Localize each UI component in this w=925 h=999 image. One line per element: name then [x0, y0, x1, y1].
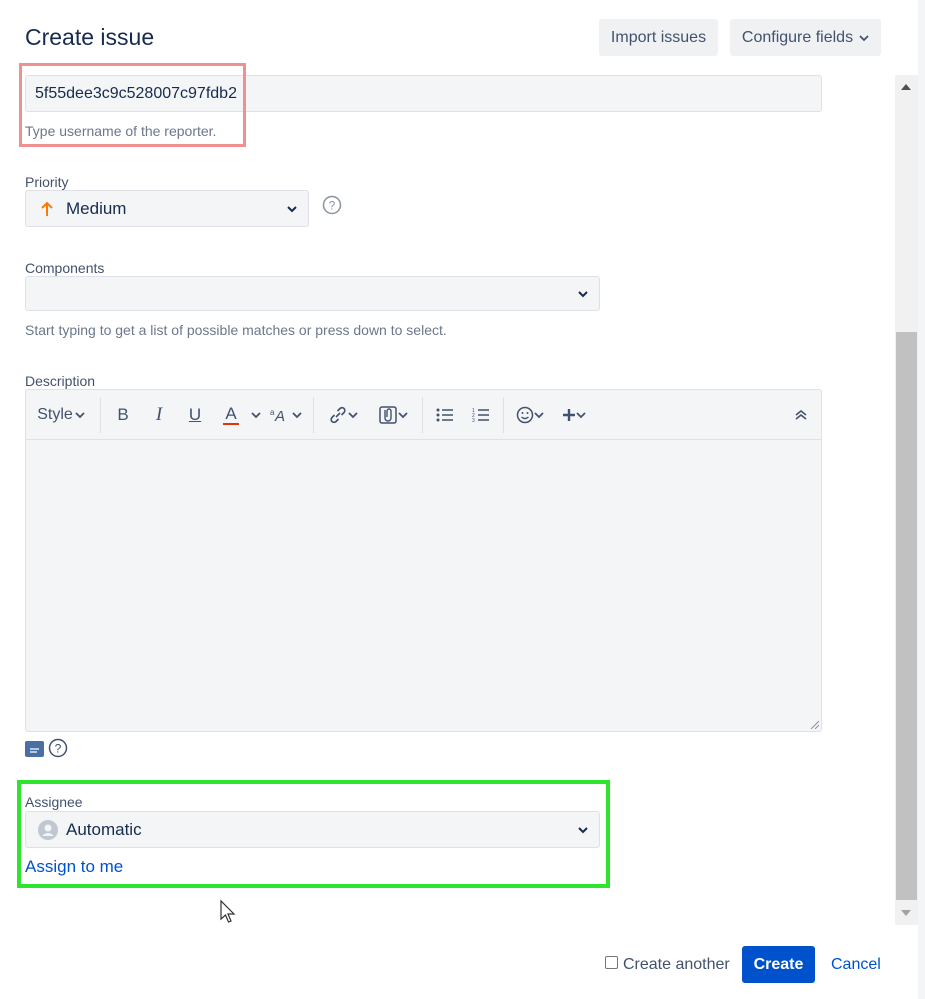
create-button[interactable]: Create	[742, 946, 815, 983]
priority-help-icon[interactable]: ?	[322, 195, 342, 215]
toolbar-divider	[503, 396, 504, 433]
priority-label: Priority	[25, 174, 69, 190]
editor-toolbar: Style B I U A aA 1 2 3	[26, 390, 821, 440]
text-color-icon: A	[225, 403, 237, 423]
chevron-down-icon	[398, 411, 408, 418]
numbered-list-icon: 123	[472, 408, 489, 423]
svg-text:?: ?	[55, 742, 62, 756]
style-label: Style	[37, 405, 73, 423]
scrollbar-thumb[interactable]	[896, 332, 917, 900]
configure-fields-button[interactable]: Configure fields	[730, 19, 881, 56]
reporter-highlight	[19, 63, 246, 147]
text-color-button[interactable]: A	[213, 399, 249, 431]
chevron-down-icon	[859, 34, 869, 41]
italic-icon: I	[155, 403, 163, 425]
chevron-down-icon	[348, 411, 358, 418]
components-select[interactable]	[25, 276, 600, 311]
description-editor[interactable]: Style B I U A aA 1 2 3	[25, 389, 822, 732]
mouse-cursor-icon	[220, 899, 236, 923]
link-dropdown[interactable]	[318, 399, 368, 431]
chevron-down-icon	[576, 411, 586, 418]
background-page-edge	[918, 0, 925, 999]
resize-grip-icon[interactable]	[809, 719, 819, 729]
text-color-dropdown[interactable]	[249, 399, 263, 431]
plus-icon	[563, 408, 575, 421]
emoji-icon	[516, 406, 534, 423]
chevron-down-icon	[292, 411, 302, 418]
create-another-checkbox[interactable]	[605, 956, 618, 969]
import-issues-button[interactable]: Import issues	[599, 19, 718, 56]
scroll-up-icon[interactable]	[899, 82, 913, 92]
attachment-icon	[379, 405, 397, 424]
bullet-list-icon	[436, 408, 453, 421]
priority-value: Medium	[66, 198, 127, 218]
wiki-renderer-icon[interactable]	[25, 741, 44, 757]
chevron-down-icon	[287, 205, 297, 212]
numbered-list-button[interactable]: 123	[463, 399, 499, 431]
svg-text:3: 3	[472, 418, 475, 423]
dialog-title: Create issue	[25, 24, 155, 50]
link-icon	[330, 406, 346, 423]
arrow-up-icon	[41, 201, 53, 216]
bold-button[interactable]: B	[105, 399, 141, 431]
chevron-down-icon	[578, 290, 588, 297]
toolbar-divider	[422, 396, 423, 433]
description-help-icon[interactable]: ?	[48, 738, 68, 758]
scroll-down-icon[interactable]	[899, 908, 913, 918]
svg-text:?: ?	[329, 199, 336, 213]
components-label: Components	[25, 260, 105, 276]
text-color-bar	[223, 422, 239, 425]
components-hint: Start typing to get a list of possible m…	[25, 322, 447, 338]
chevron-down-icon	[251, 411, 261, 418]
cancel-link[interactable]: Cancel	[831, 956, 881, 974]
toolbar-divider	[100, 396, 101, 433]
create-issue-dialog: Create issue Import issues Configure fie…	[0, 0, 918, 999]
underline-icon: U	[188, 404, 202, 424]
priority-select[interactable]: Medium	[25, 190, 309, 227]
text-format-dropdown[interactable]: aA	[263, 399, 309, 431]
configure-fields-label: Configure fields	[741, 28, 854, 46]
create-another-label: Create another	[623, 956, 730, 973]
chevron-down-icon	[75, 411, 85, 418]
chevron-down-icon	[534, 411, 544, 418]
assignee-highlight	[17, 780, 610, 888]
description-label: Description	[25, 373, 96, 389]
italic-button[interactable]: I	[141, 399, 177, 431]
svg-text:A: A	[274, 408, 285, 423]
bold-icon: B	[117, 404, 129, 424]
double-chevron-up-icon	[795, 409, 807, 420]
bullet-list-button[interactable]	[427, 399, 463, 431]
insert-more-dropdown[interactable]	[552, 399, 596, 431]
emoji-dropdown[interactable]	[508, 399, 552, 431]
style-dropdown[interactable]: Style	[26, 399, 96, 431]
toolbar-divider	[313, 396, 314, 433]
attachment-dropdown[interactable]	[368, 399, 418, 431]
underline-button[interactable]: U	[177, 399, 213, 431]
text-format-icon: aA	[270, 408, 285, 423]
collapse-toolbar-button[interactable]	[781, 399, 821, 431]
